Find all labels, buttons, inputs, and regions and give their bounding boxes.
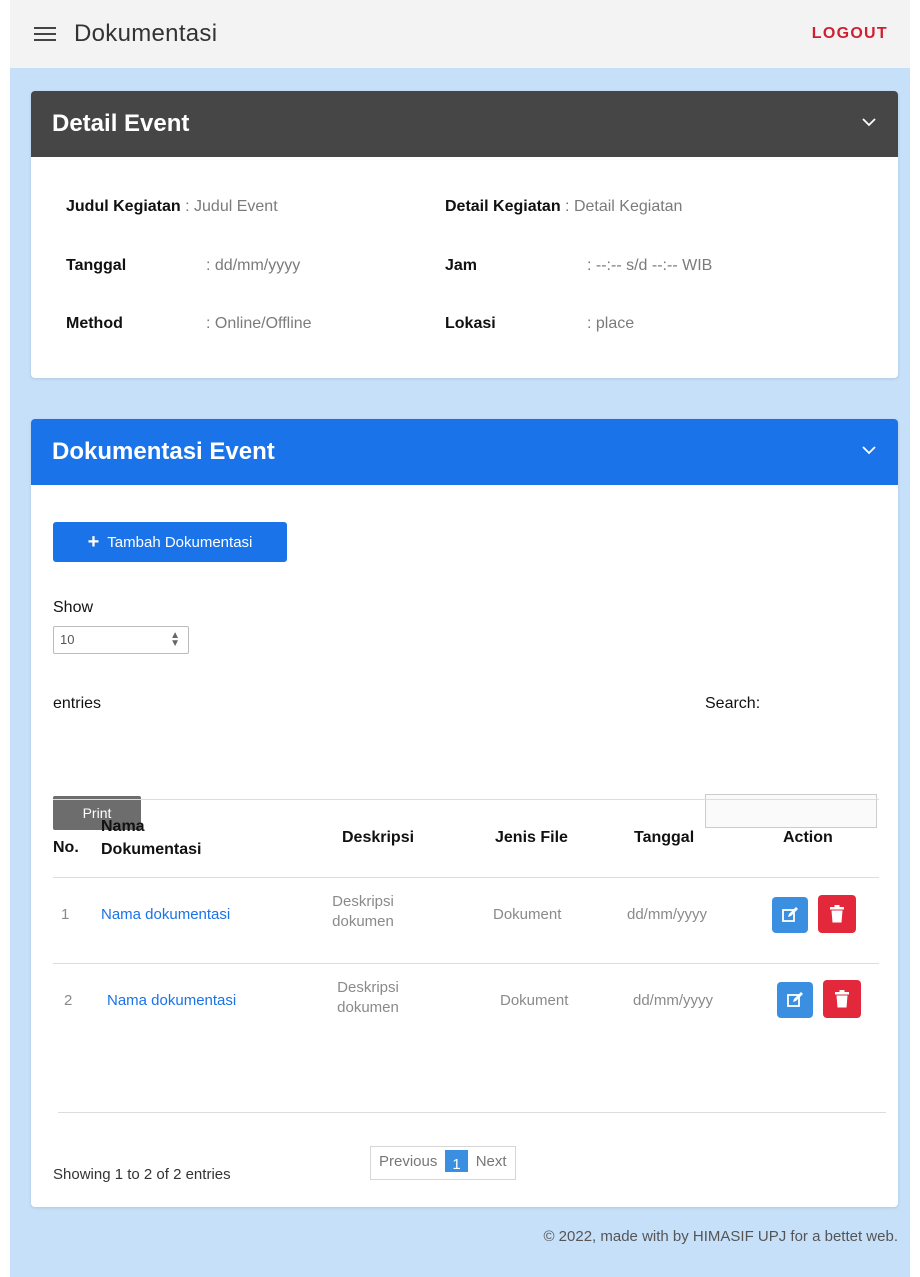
row1-edit-button[interactable] xyxy=(772,897,808,933)
row1-tanggal: dd/mm/yyyy xyxy=(627,906,708,923)
select-arrows-icon: ▲ ▼ xyxy=(170,630,180,649)
field-lokasi: Lokasi xyxy=(445,315,496,333)
row1-desk-line2: dokumen xyxy=(332,913,394,930)
page-footer: © 2022, made with by HIMASIF UPJ for a b… xyxy=(543,1228,898,1245)
row2-desk-line1: Deskripsi xyxy=(337,979,399,996)
pagination-previous[interactable]: Previous xyxy=(371,1147,445,1179)
detail-event-card: Detail Event Judul Kegiatan : Judul Even… xyxy=(31,91,898,378)
row2-no: 2 xyxy=(64,992,73,1009)
pagination-next[interactable]: Next xyxy=(468,1147,515,1179)
app-frame: Dokumentasi LOGOUT Detail Event Judul Ke… xyxy=(10,0,910,1277)
header-deskripsi: Deskripsi xyxy=(342,829,415,846)
row1-no: 1 xyxy=(61,906,70,923)
field-method-value-wrap: : Online/Offline xyxy=(206,315,312,333)
edit-icon xyxy=(787,992,803,1007)
detail-event-header[interactable]: Detail Event xyxy=(31,91,898,157)
field-detail-kegiatan: Detail Kegiatan : Detail Kegiatan xyxy=(445,198,682,216)
entries-select[interactable]: 10 ▲ ▼ xyxy=(53,626,189,654)
top-bar-left: Dokumentasi xyxy=(34,20,217,48)
table-info: Showing 1 to 2 of 2 entries xyxy=(53,1166,231,1183)
table-top-divider xyxy=(53,799,879,800)
table-bottom-divider xyxy=(58,1112,886,1113)
field-jam: Jam xyxy=(445,257,477,275)
chevron-down-icon[interactable] xyxy=(862,118,876,130)
show-label: Show xyxy=(53,599,94,616)
entries-label: entries xyxy=(53,695,102,712)
field-value: : Judul Event xyxy=(185,198,278,215)
field-value: : dd/mm/yyyy xyxy=(206,257,301,274)
row-divider xyxy=(53,963,879,964)
tambah-dokumentasi-button[interactable]: + Tambah Dokumentasi xyxy=(53,522,287,562)
header-tanggal: Tanggal xyxy=(634,829,695,846)
field-lokasi-value-wrap: : place xyxy=(587,315,634,333)
row1-delete-button[interactable] xyxy=(818,895,856,933)
pagination-page-current[interactable]: 1 xyxy=(445,1150,468,1173)
field-label: Jam xyxy=(445,257,478,274)
dokumentasi-event-card: Dokumentasi Event + Tambah Dokumentasi S… xyxy=(31,419,898,1207)
field-label: Detail Kegiatan xyxy=(445,198,561,215)
row2-jenis: Dokument xyxy=(500,992,569,1009)
field-label: Lokasi xyxy=(445,315,496,332)
dokumentasi-event-header[interactable]: Dokumentasi Event xyxy=(31,419,898,485)
header-divider xyxy=(53,877,879,878)
menu-icon[interactable] xyxy=(34,26,56,42)
row2-edit-button[interactable] xyxy=(777,982,813,1018)
row1-jenis: Dokument xyxy=(493,906,562,923)
trash-icon xyxy=(835,990,849,1008)
row1-nama-link[interactable]: Nama dokumentasi xyxy=(101,906,230,923)
header-nama-line1: Nama xyxy=(101,818,145,835)
detail-event-title: Detail Event xyxy=(52,110,190,137)
header-action: Action xyxy=(783,829,833,846)
field-value: : Online/Offline xyxy=(206,315,312,332)
field-jam-value-wrap: : --:-- s/d --:-- WIB xyxy=(587,257,712,275)
field-label: Tanggal xyxy=(66,257,127,274)
detail-event-body: Judul Kegiatan : Judul Event Detail Kegi… xyxy=(31,157,898,378)
field-label: Method xyxy=(66,315,123,332)
row2-desk-line2: dokumen xyxy=(337,999,399,1016)
page-title: Dokumentasi xyxy=(74,20,218,47)
field-method: Method xyxy=(66,315,123,333)
entries-select-value: 10 xyxy=(60,632,75,647)
header-no: No. xyxy=(53,839,79,856)
dokumentasi-event-title: Dokumentasi Event xyxy=(52,438,275,465)
field-tanggal-value-wrap: : dd/mm/yyyy xyxy=(206,257,300,275)
field-value: : Detail Kegiatan xyxy=(565,198,683,215)
logout-link[interactable]: LOGOUT xyxy=(812,25,888,43)
row2-delete-button[interactable] xyxy=(823,980,861,1018)
plus-icon: + xyxy=(87,531,100,553)
top-bar: Dokumentasi LOGOUT xyxy=(10,0,910,68)
pagination: Previous 1 Next xyxy=(370,1146,516,1180)
chevron-down-icon[interactable] xyxy=(862,446,876,458)
row1-desk-line1: Deskripsi xyxy=(332,893,394,910)
row2-tanggal: dd/mm/yyyy xyxy=(633,992,714,1009)
header-nama-line2: Dokumentasi xyxy=(101,841,202,858)
field-label: Judul Kegiatan xyxy=(66,198,181,215)
edit-icon xyxy=(782,907,798,922)
field-tanggal: Tanggal xyxy=(66,257,126,275)
tambah-dokumentasi-label: Tambah Dokumentasi xyxy=(107,533,253,551)
row2-nama-link[interactable]: Nama dokumentasi xyxy=(107,992,236,1009)
dokumentasi-event-body: + Tambah Dokumentasi Show 10 ▲ ▼ entries … xyxy=(31,485,898,1207)
field-value: : --:-- s/d --:-- WIB xyxy=(587,257,713,274)
header-jenis-file: Jenis File xyxy=(495,829,568,846)
search-label: Search: xyxy=(705,695,761,712)
field-value: : place xyxy=(587,315,635,332)
trash-icon xyxy=(830,905,844,923)
field-judul-kegiatan: Judul Kegiatan : Judul Event xyxy=(66,198,278,216)
